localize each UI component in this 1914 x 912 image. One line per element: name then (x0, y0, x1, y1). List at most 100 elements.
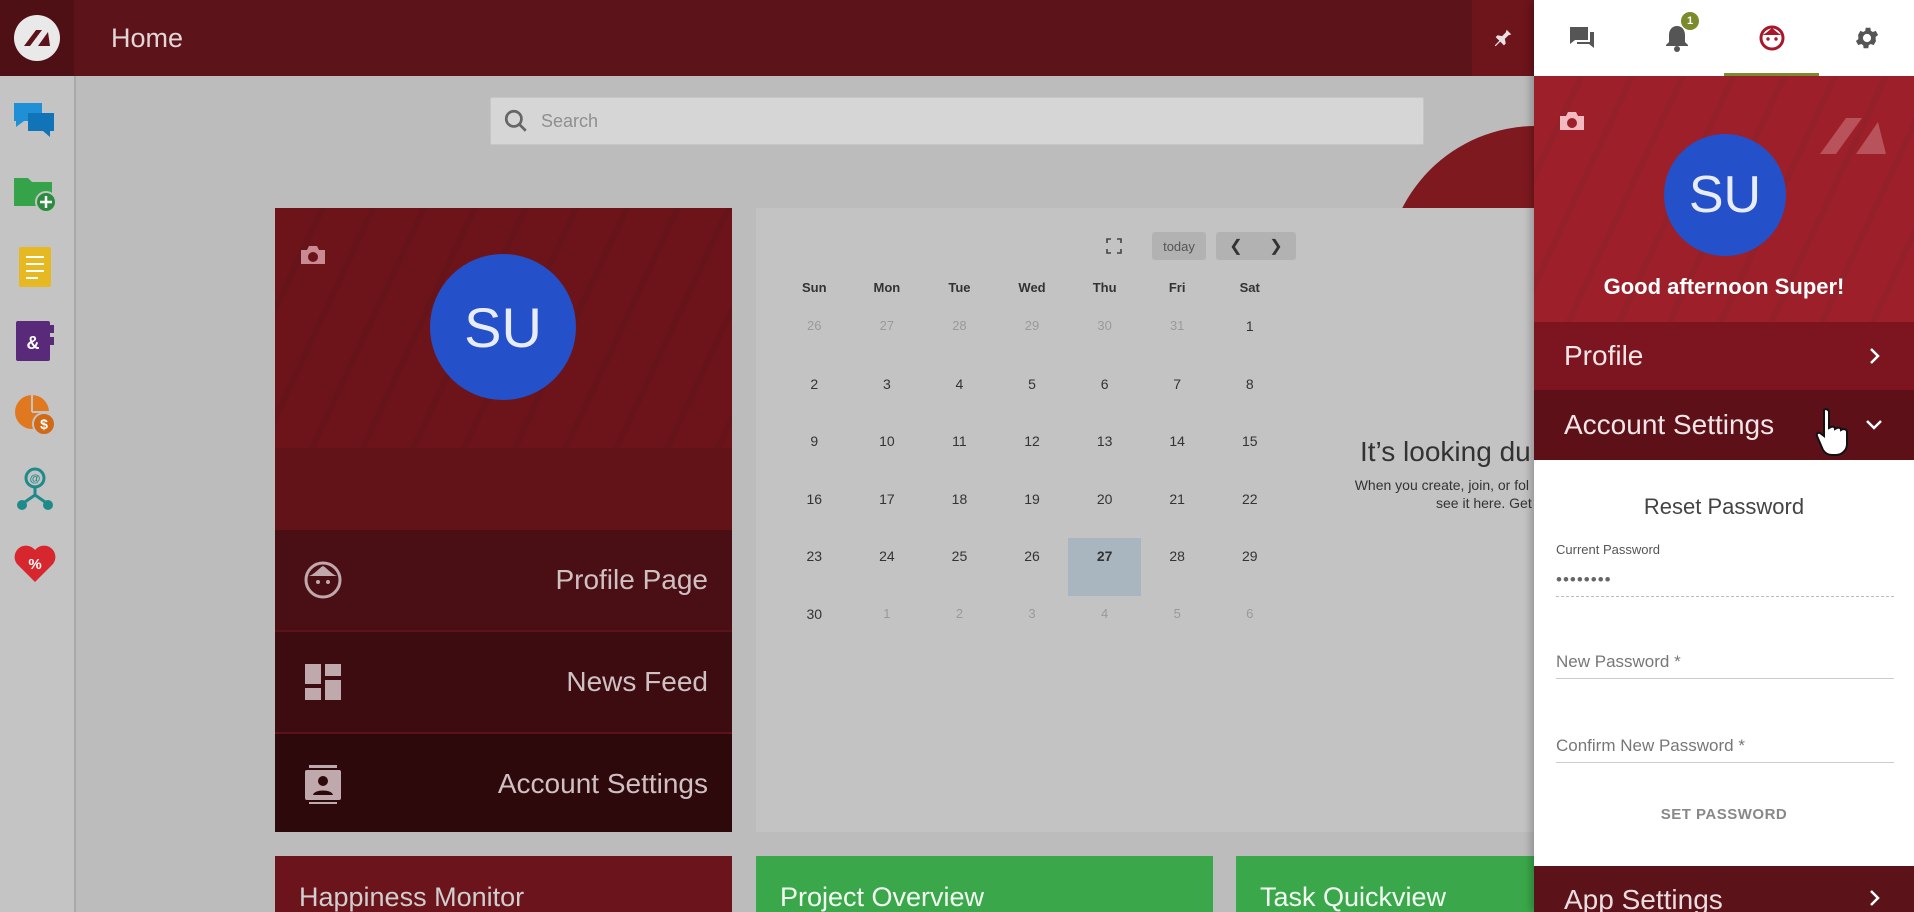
calendar-day[interactable]: 9 (778, 423, 851, 481)
today-button[interactable]: today (1152, 232, 1206, 260)
tab-chat[interactable] (1534, 0, 1629, 76)
document-icon (19, 247, 51, 287)
avatar[interactable]: SU (1664, 134, 1786, 256)
profile-card: SU Profile Page News Feed Account Settin… (275, 208, 732, 832)
calendar-day[interactable]: 23 (778, 538, 851, 596)
prev-month-button[interactable]: ❮ (1216, 232, 1256, 260)
calendar-day[interactable]: 4 (923, 366, 996, 424)
camera-icon[interactable] (1558, 110, 1586, 132)
confirm-password-field[interactable]: Confirm New Password * (1556, 736, 1894, 763)
calendar-day[interactable]: 6 (1213, 596, 1286, 654)
calendar-day[interactable]: 28 (923, 308, 996, 366)
calendar-day[interactable]: 29 (996, 308, 1069, 366)
heart-percent-icon: % (14, 545, 56, 582)
news-feed-link[interactable]: News Feed (275, 632, 732, 732)
rail-network[interactable]: @ (10, 464, 60, 514)
weekday-label: Sun (802, 280, 827, 295)
fullscreen-icon[interactable] (1106, 238, 1122, 254)
chat-bubbles-icon (14, 103, 54, 137)
task-quickview-card[interactable]: Task Quickview (1236, 856, 1534, 912)
calendar-day[interactable]: 11 (923, 423, 996, 481)
calendar-day[interactable]: 27 (851, 308, 924, 366)
calendar-day[interactable]: 25 (923, 538, 996, 596)
empty-state-line: When you create, join, or fol (1354, 477, 1530, 493)
weekday-label: Sat (1239, 280, 1260, 295)
calendar-day[interactable]: 21 (1141, 481, 1214, 539)
current-password-field[interactable]: •••••••• (1556, 570, 1894, 597)
calendar-day[interactable]: 4 (1068, 596, 1141, 654)
top-bar: Home (0, 0, 1534, 76)
rail-happiness[interactable]: % (10, 538, 60, 588)
search-bar[interactable] (490, 97, 1424, 145)
rail-contacts[interactable]: & (10, 316, 60, 366)
calendar-day[interactable]: 14 (1141, 423, 1214, 481)
app-logo[interactable] (0, 0, 74, 76)
calendar-day[interactable]: 1 (851, 596, 924, 654)
tab-profile[interactable] (1724, 0, 1819, 76)
happiness-monitor-card[interactable]: Happiness Monitor (275, 856, 732, 912)
calendar-week: 2 3 4 5 6 7 8 (778, 366, 1286, 424)
calendar-day[interactable]: 29 (1213, 538, 1286, 596)
rail-messages[interactable] (10, 94, 60, 144)
rail-finance[interactable]: $ (10, 390, 60, 440)
card-title: Happiness Monitor (299, 882, 525, 912)
weekday-header: Sun Mon Tue Wed Thu Fri Sat (778, 280, 1286, 308)
calendar-day[interactable]: 28 (1141, 538, 1214, 596)
calendar-day[interactable]: 12 (996, 423, 1069, 481)
camera-icon[interactable] (299, 244, 327, 266)
chevron-right-icon (1870, 890, 1880, 906)
calendar-day[interactable]: 15 (1213, 423, 1286, 481)
tab-settings[interactable] (1819, 0, 1914, 76)
calendar-day[interactable]: 2 (923, 596, 996, 654)
calendar-day[interactable]: 3 (996, 596, 1069, 654)
account-settings-link[interactable]: Account Settings (275, 734, 732, 832)
rail-files[interactable] (10, 168, 60, 218)
calendar-day[interactable]: 13 (1068, 423, 1141, 481)
calendar-day[interactable]: 22 (1213, 481, 1286, 539)
profile-row[interactable]: Profile (1534, 322, 1914, 390)
calendar-day[interactable]: 30 (1068, 308, 1141, 366)
calendar-day[interactable]: 10 (851, 423, 924, 481)
svg-text:&: & (27, 333, 40, 353)
calendar-day[interactable]: 17 (851, 481, 924, 539)
current-password-label: Current Password (1556, 542, 1661, 557)
weekday-label: Mon (873, 280, 901, 295)
calendar-day[interactable]: 26 (778, 308, 851, 366)
profile-page-link[interactable]: Profile Page (275, 530, 732, 630)
calendar-day[interactable]: 8 (1213, 366, 1286, 424)
calendar-day[interactable]: 6 (1068, 366, 1141, 424)
calendar-day[interactable]: 1 (1213, 308, 1286, 366)
next-month-button[interactable]: ❯ (1256, 232, 1296, 260)
calendar-day[interactable]: 30 (778, 596, 851, 654)
calendar-day[interactable]: 2 (778, 366, 851, 424)
calendar-day[interactable]: 20 (1068, 481, 1141, 539)
profile-row-label: Profile (1564, 340, 1644, 371)
svg-text:@: @ (30, 473, 41, 485)
app-settings-row[interactable]: App Settings (1534, 866, 1914, 912)
new-password-field[interactable]: New Password * (1556, 652, 1894, 679)
calendar-week: 16 17 18 19 20 21 22 (778, 481, 1286, 539)
calendar-day-today[interactable]: 27 (1068, 538, 1141, 596)
search-icon (491, 98, 541, 144)
calendar-day[interactable]: 18 (923, 481, 996, 539)
notification-badge: 1 (1681, 12, 1699, 30)
calendar-day[interactable]: 5 (1141, 596, 1214, 654)
tab-notifications[interactable]: 1 (1629, 0, 1724, 76)
calendar-day[interactable]: 3 (851, 366, 924, 424)
calendar-day[interactable]: 5 (996, 366, 1069, 424)
avatar[interactable]: SU (430, 254, 576, 400)
calendar-day[interactable]: 26 (996, 538, 1069, 596)
account-settings-row[interactable]: Account Settings (1534, 390, 1914, 460)
calendar-day[interactable]: 31 (1141, 308, 1214, 366)
project-overview-card[interactable]: Project Overview (756, 856, 1213, 912)
app-settings-label: App Settings (1564, 884, 1723, 912)
calendar-day[interactable]: 7 (1141, 366, 1214, 424)
search-input[interactable] (541, 110, 1401, 132)
calendar-day[interactable]: 16 (778, 481, 851, 539)
weekday-label: Thu (1092, 280, 1117, 295)
rail-notes[interactable] (10, 242, 60, 292)
calendar-day[interactable]: 24 (851, 538, 924, 596)
pin-button[interactable] (1472, 0, 1534, 76)
calendar-day[interactable]: 19 (996, 481, 1069, 539)
set-password-button[interactable]: SET PASSWORD (1534, 806, 1914, 823)
